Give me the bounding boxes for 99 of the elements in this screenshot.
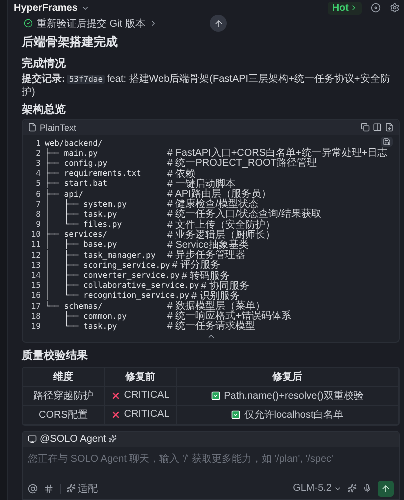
line-number: 15 bbox=[30, 281, 41, 290]
line-number: 2 bbox=[35, 148, 41, 158]
column-header: 修复后 bbox=[177, 368, 399, 387]
code-text: │ └── files.py bbox=[45, 220, 124, 230]
column-header: 维度 bbox=[23, 368, 105, 387]
model-selector[interactable]: GLM-5.2 bbox=[293, 483, 342, 494]
arrow-up-icon bbox=[214, 18, 224, 28]
line-number: 4 bbox=[35, 169, 41, 178]
code-comment: # 转码服务 bbox=[182, 270, 230, 282]
table-cell: CRITICAL bbox=[124, 409, 170, 420]
code-comment: # Service抽象基类 bbox=[167, 240, 250, 251]
table-cell-text: 仅允许localhost白名单 bbox=[244, 408, 344, 422]
arrow-up-icon bbox=[381, 484, 391, 494]
check-icon bbox=[211, 390, 222, 401]
split-icon[interactable] bbox=[373, 123, 382, 132]
code-text: ├── requirements.txt bbox=[45, 169, 142, 178]
table-cell: CRITICAL bbox=[124, 390, 170, 402]
line-number: 17 bbox=[30, 302, 41, 311]
line-number: 11 bbox=[30, 240, 41, 250]
code-text: web/backend/ bbox=[45, 138, 104, 148]
line-number: 13 bbox=[30, 260, 41, 270]
section-heading: 后端骨架搭建完成 bbox=[22, 34, 119, 51]
code-comment: # 统一任务入口/状态查询/结果获取 bbox=[167, 208, 322, 220]
code-comment: # 识别服务 bbox=[192, 290, 240, 302]
code-text: ├── config.py bbox=[45, 158, 109, 168]
chat-input[interactable]: 您正在与 SOLO Agent 聊天，输入 '/' 获取更多能力，如 '/plan', '/spec' bbox=[23, 446, 399, 480]
code-text: ├── common.py bbox=[63, 312, 128, 321]
code-text: │ ├── scoring_service.py bbox=[45, 260, 170, 270]
line-number: 3 bbox=[35, 158, 41, 168]
code-comment: # 文件上传（安全防护） bbox=[167, 218, 276, 231]
code-text: ├── services/ bbox=[45, 230, 109, 240]
code-text: │ ├── converter_service.py bbox=[45, 271, 180, 280]
code-text: │ ├── task.py bbox=[45, 210, 118, 219]
chevron-right-icon bbox=[350, 4, 358, 12]
copy-icon[interactable] bbox=[361, 123, 370, 132]
column-header: 修复前 bbox=[105, 368, 177, 387]
line-number: 8 bbox=[35, 210, 41, 219]
sparkle-icon bbox=[67, 484, 76, 493]
save-button[interactable] bbox=[381, 137, 393, 147]
file-icon bbox=[28, 123, 37, 132]
code-text: ├── start.bat bbox=[45, 179, 109, 188]
line-number: 5 bbox=[35, 179, 41, 188]
code-comment: # 一键启动脚本 bbox=[167, 178, 236, 190]
code-text: │ ├── base.py bbox=[45, 240, 118, 250]
line-number: 18 bbox=[30, 312, 41, 321]
scroll-up-button[interactable] bbox=[210, 15, 227, 32]
table-cell-text: CORS配置 bbox=[39, 408, 88, 422]
project-title: HyperFrames bbox=[14, 2, 78, 14]
code-text: ├── api/ bbox=[45, 190, 85, 199]
code-text: └── task.py bbox=[63, 322, 118, 331]
file-icon[interactable] bbox=[385, 123, 394, 132]
sparkle-icon[interactable] bbox=[348, 484, 357, 493]
section-heading: 质量校验结果 bbox=[22, 348, 89, 363]
code-text: │ ├── system.py bbox=[45, 200, 128, 209]
status-text[interactable]: 重新验证后提交 Git 版本 bbox=[37, 16, 146, 30]
language-label: PlainText bbox=[40, 122, 77, 132]
check-icon bbox=[231, 410, 242, 420]
code-comment: # 依赖 bbox=[167, 168, 196, 180]
code-comment: # 统一任务请求模型 bbox=[167, 320, 256, 334]
settings-icon[interactable] bbox=[390, 3, 400, 13]
section-heading: 架构总览 bbox=[22, 102, 67, 117]
section-heading: 完成情况 bbox=[22, 56, 67, 71]
code-text: │ ├── task_manager.py bbox=[45, 250, 157, 260]
line-number: 9 bbox=[35, 220, 41, 230]
code-comment: # 协同服务 bbox=[201, 280, 250, 292]
hash-icon[interactable] bbox=[44, 484, 54, 494]
check-circle-icon bbox=[24, 19, 33, 28]
microphone-icon[interactable] bbox=[363, 484, 372, 493]
code-comment: # 业务逻辑层（厨师长） bbox=[167, 230, 276, 241]
line-number: 10 bbox=[30, 230, 41, 240]
code-comment: # 异步任务管理器 bbox=[167, 250, 246, 262]
agent-label: @SOLO Agent bbox=[40, 434, 106, 445]
line-number: 16 bbox=[30, 291, 41, 300]
code-comment: # 评分服务 bbox=[172, 260, 221, 272]
line-number: 12 bbox=[30, 250, 41, 260]
save-icon bbox=[383, 138, 391, 146]
code-text: ├── main.py bbox=[45, 148, 99, 158]
line-number: 14 bbox=[30, 271, 41, 280]
monitor-icon bbox=[28, 434, 37, 444]
record-icon[interactable] bbox=[371, 3, 381, 13]
sparkle-icon bbox=[109, 435, 118, 444]
cross-icon bbox=[111, 410, 122, 420]
line-number: 6 bbox=[35, 190, 41, 199]
code-text: │ ├── collaborative_service.py bbox=[45, 281, 200, 290]
line-number: 1 bbox=[35, 138, 41, 148]
line-number: 19 bbox=[30, 322, 41, 331]
code-text: │ └── recognition_service.py bbox=[45, 291, 190, 300]
hot-badge[interactable]: Hot bbox=[328, 2, 362, 14]
chat-input-box[interactable]: @SOLO Agent 您正在与 SOLO Agent 聊天，输入 '/' 获取更多能力，如 '/plan', '/spec' 适配 GLM-5.2 bbox=[22, 430, 400, 500]
cross-icon bbox=[111, 390, 122, 401]
code-text: └── schemas/ bbox=[45, 302, 104, 311]
tool-button[interactable]: 适配 bbox=[67, 482, 98, 496]
code-comment: # 统一PROJECT_ROOT路径管理 bbox=[167, 158, 317, 170]
commit-text: 提交记录: 53f7dae feat: 搭建Web后端骨架(FastAPI三层架构+统一任务协议+安全防护) bbox=[22, 73, 392, 99]
line-number: 7 bbox=[35, 200, 41, 209]
table-cell-text: 路径穿越防护 bbox=[34, 390, 94, 403]
table-cell-text: Path.name()+resolve()双重校验 bbox=[224, 390, 364, 403]
mention-icon[interactable] bbox=[28, 484, 38, 494]
send-button[interactable] bbox=[378, 480, 394, 496]
